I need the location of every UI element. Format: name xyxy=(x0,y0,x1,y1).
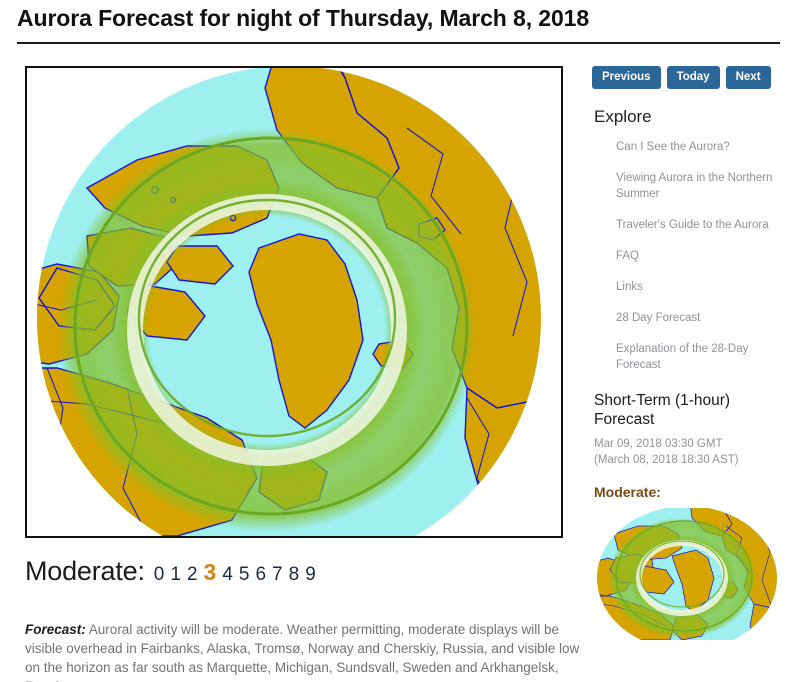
short-term-forecast-heading: Short-Term (1-hour) Forecast xyxy=(594,392,731,428)
previous-button[interactable]: Previous xyxy=(592,66,661,89)
explore-link-explanation-28-day-forecast[interactable]: Explanation of the 28-Day Forecast xyxy=(616,341,782,373)
explore-link-links[interactable]: Links xyxy=(616,279,782,295)
explore-link-28-day-forecast[interactable]: 28 Day Forecast xyxy=(616,310,782,326)
aurora-map-panel[interactable] xyxy=(25,66,563,538)
severity-digit-1: 1 xyxy=(170,564,181,585)
severity-digit-7: 7 xyxy=(272,564,283,585)
next-button[interactable]: Next xyxy=(725,66,771,89)
forecast-body: Auroral activity will be moderate. Weath… xyxy=(25,621,580,682)
severity-digit-8: 8 xyxy=(288,564,300,585)
severity-digit-2: 2 xyxy=(186,564,198,585)
list-item: Links xyxy=(616,279,782,295)
explore-link-can-i-see-the-aurora[interactable]: Can I See the Aurora? xyxy=(616,139,782,155)
short-term-thumbnail-map[interactable] xyxy=(594,508,780,640)
aurora-map-svg[interactable] xyxy=(27,68,561,536)
severity-digit-9: 9 xyxy=(305,564,316,585)
list-item: Traveler's Guide to the Aurora xyxy=(616,217,782,233)
page-title: Aurora Forecast for night of Thursday, M… xyxy=(17,5,590,31)
explore-link-viewing-aurora-northern-summer[interactable]: Viewing Aurora in the Northern Summer xyxy=(616,170,782,202)
severity-digit-scale: 0 1 2 3 4 5 6 7 8 9 xyxy=(154,559,322,586)
forecast-paragraph: Forecast: Auroral activity will be moder… xyxy=(25,620,580,682)
explore-link-travelers-guide[interactable]: Traveler's Guide to the Aurora xyxy=(616,217,782,233)
list-item: FAQ xyxy=(616,248,782,264)
short-term-thumbnail-svg[interactable] xyxy=(594,508,780,640)
sidebar: Previous Today Next Explore Can I See th… xyxy=(592,66,782,640)
explore-link-faq[interactable]: FAQ xyxy=(616,248,782,264)
severity-label: Moderate: xyxy=(25,556,145,586)
explore-heading: Explore xyxy=(594,107,652,126)
today-button[interactable]: Today xyxy=(666,66,720,89)
date-nav-button-row: Previous Today Next xyxy=(592,66,782,89)
severity-digit-5: 5 xyxy=(238,564,250,585)
header-divider xyxy=(17,42,780,44)
list-item: 28 Day Forecast xyxy=(616,310,782,326)
severity-scale-row: Moderate: 0 1 2 3 4 5 6 7 8 9 xyxy=(25,556,322,590)
severity-digit-3-active: 3 xyxy=(203,559,217,585)
short-term-timestamps: Mar 09, 2018 03:30 GMT (March 08, 2018 1… xyxy=(594,436,782,468)
severity-digit-6: 6 xyxy=(255,564,267,585)
explore-link-list: Can I See the Aurora? Viewing Aurora in … xyxy=(592,139,782,373)
short-term-time-gmt: Mar 09, 2018 03:30 GMT xyxy=(594,438,723,450)
short-term-time-local: (March 08, 2018 18:30 AST) xyxy=(594,454,739,466)
list-item: Explanation of the 28-Day Forecast xyxy=(616,341,782,373)
forecast-label: Forecast: xyxy=(25,621,86,637)
severity-digit-0: 0 xyxy=(153,564,165,585)
severity-digit-4: 4 xyxy=(222,564,233,585)
list-item: Can I See the Aurora? xyxy=(616,139,782,155)
short-term-activity-level: Moderate: xyxy=(594,484,661,500)
aurora-forecast-page: Aurora Forecast for night of Thursday, M… xyxy=(0,0,797,682)
list-item: Viewing Aurora in the Northern Summer xyxy=(616,170,782,202)
page-header: Aurora Forecast for night of Thursday, M… xyxy=(0,0,797,46)
